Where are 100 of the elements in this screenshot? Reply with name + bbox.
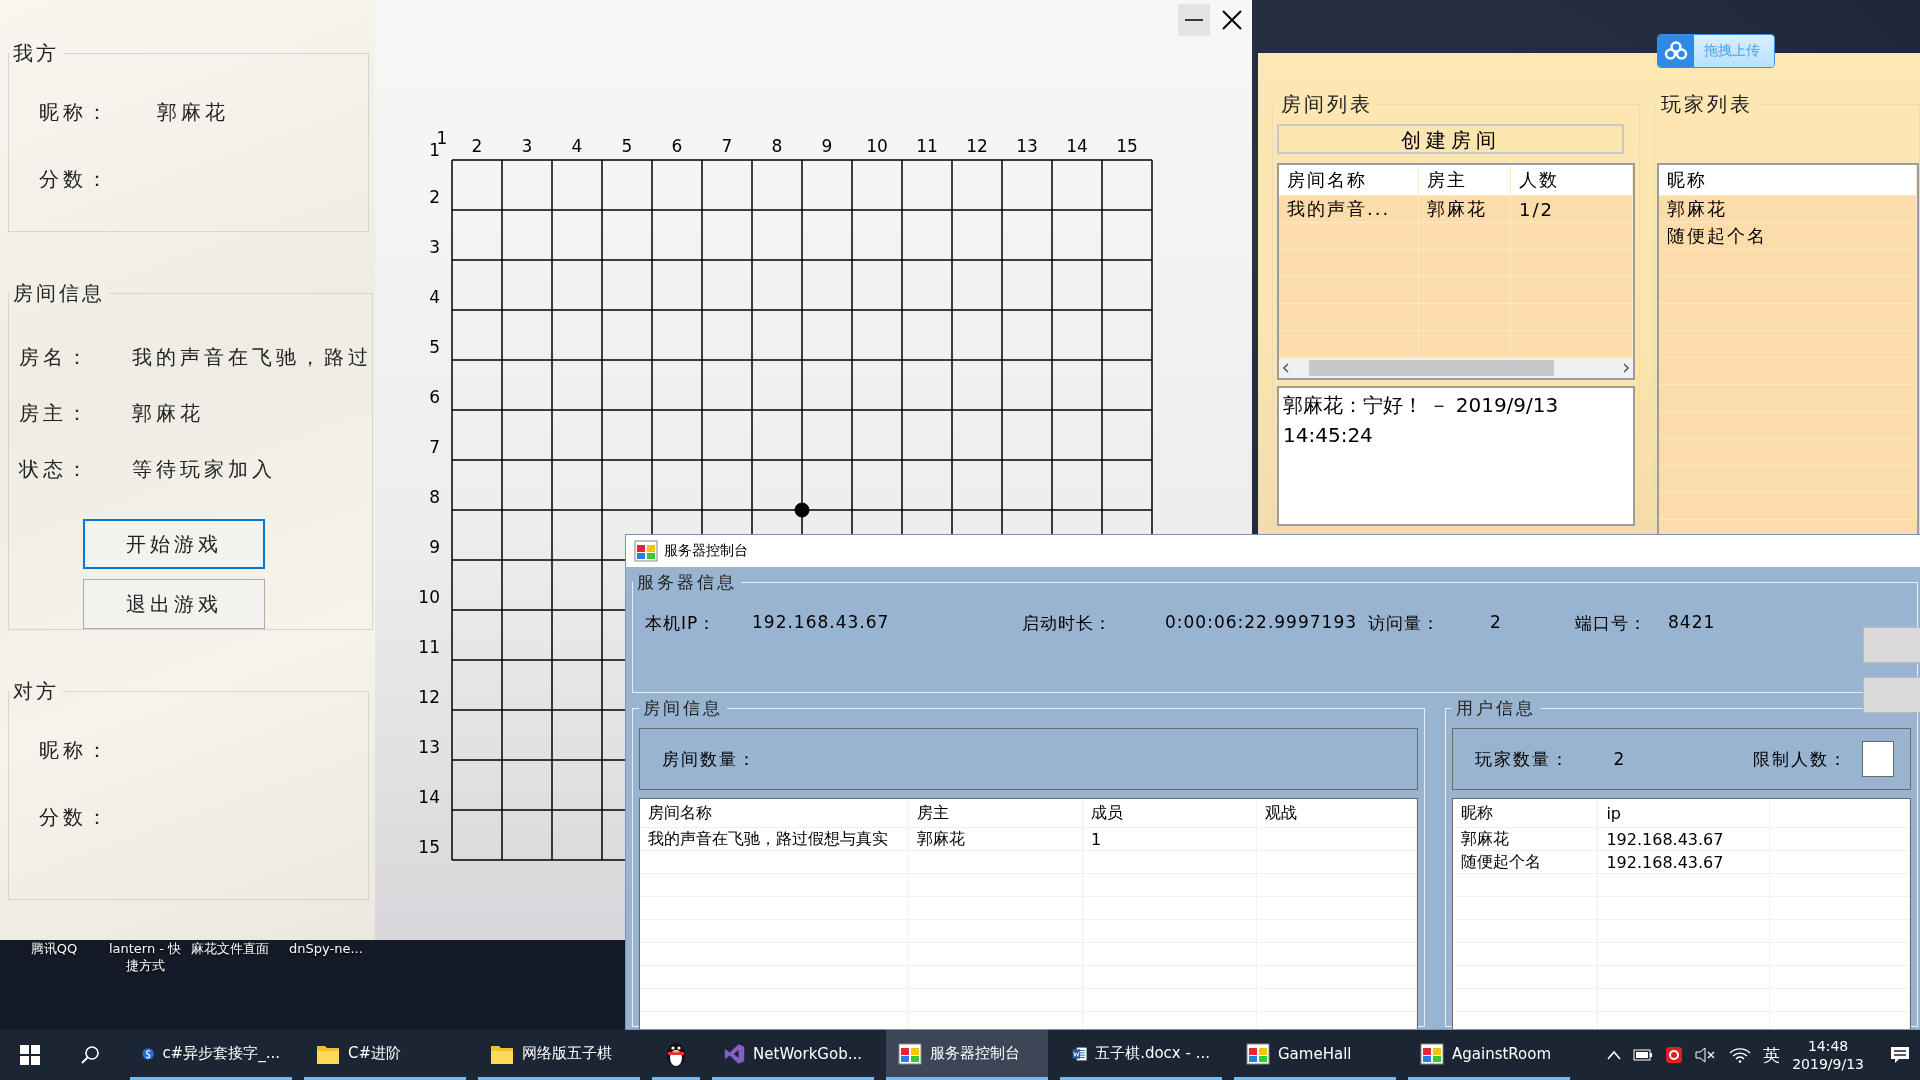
desktop-icon-label[interactable]: dnSpy-ne...: [276, 940, 376, 974]
window-app-icon: [898, 1042, 922, 1065]
game-stone[interactable]: [794, 502, 810, 518]
horizontal-scrollbar[interactable]: [1279, 358, 1633, 378]
column-label: 6: [671, 136, 683, 156]
row-label: 12: [418, 687, 440, 707]
column-header[interactable]: 房主: [1419, 165, 1511, 195]
group-title: 房间信息: [12, 280, 106, 307]
field-label: 房主：: [19, 399, 92, 427]
taskbar-item[interactable]: 五子棋.docx - ...: [1060, 1030, 1222, 1080]
taskbar-item[interactable]: AgainstRoom: [1408, 1030, 1570, 1080]
field-value: 郭麻花: [157, 99, 229, 126]
desktop-icon-label[interactable]: lantern - 快 捷方式: [100, 940, 190, 974]
column-header[interactable]: 房主: [909, 799, 1083, 827]
column-header[interactable]: 房间名称: [1279, 165, 1419, 195]
column-label: 12: [966, 136, 988, 156]
group-title: 我方: [12, 40, 60, 67]
limit-input-field[interactable]: [1862, 741, 1895, 777]
field-label: 房间数量：: [662, 747, 757, 771]
row-label: 6: [429, 387, 440, 407]
row-label: 7: [429, 437, 440, 457]
input-method-indicator[interactable]: 英: [1763, 1043, 1781, 1067]
group-title: 服务器信息: [636, 571, 738, 594]
table-cell: 1: [1083, 828, 1257, 850]
start-game-button[interactable]: 开始游戏: [83, 519, 265, 569]
column-header[interactable]: 人数: [1511, 165, 1633, 195]
row-label: 15: [418, 837, 440, 857]
field-label: 启动时长：: [1022, 612, 1113, 635]
notification-icon[interactable]: [1890, 1046, 1910, 1064]
row-label: 14: [418, 787, 440, 807]
window-app-icon: [1246, 1042, 1270, 1065]
column-label: 7: [721, 136, 733, 156]
window-app-icon: [634, 540, 658, 562]
column-header[interactable]: ip: [1598, 799, 1771, 827]
chat-message: 郭麻花：宁好！ － 2019/9/13 14:45:24: [1277, 386, 1635, 526]
table-cell: 192.168.43.67: [1598, 851, 1771, 873]
field-label: 状态：: [19, 455, 92, 483]
table-cell: 郭麻花: [1419, 196, 1511, 222]
group-title: 房间信息: [642, 697, 724, 720]
close-icon: [1222, 10, 1242, 30]
row-label: 9: [429, 537, 440, 557]
column-header[interactable]: 昵称: [1659, 165, 1917, 195]
group-title: 房间列表: [1280, 91, 1374, 118]
table-cell: 我的声音...: [1279, 196, 1419, 222]
field-label: 分数：: [39, 166, 112, 193]
column-label: 3: [521, 136, 533, 156]
minimize-icon: [1185, 19, 1203, 21]
row-label: 11: [418, 637, 440, 657]
field-label: 分数：: [39, 804, 112, 831]
app-tray-icon[interactable]: [1665, 1046, 1684, 1064]
group-title: 用户信息: [1455, 697, 1538, 720]
field-value: 0:00:06:22.9997193: [1165, 612, 1358, 634]
field-value: 我的声音在飞驰，路过: [132, 343, 372, 371]
column-header[interactable]: 观战: [1257, 799, 1418, 827]
column-header[interactable]: 昵称: [1453, 799, 1599, 827]
taskbar-item[interactable]: c#异步套接字_...: [130, 1030, 292, 1080]
desktop-icon-label[interactable]: 麻花文件直面: [190, 940, 270, 974]
desktop-icon-label[interactable]: 腾讯QQ: [14, 940, 94, 974]
table-cell: 随便起个名: [1453, 851, 1599, 873]
column-label: 9: [821, 136, 833, 156]
field-label: 端口号：: [1575, 612, 1648, 635]
column-header[interactable]: 成员: [1083, 799, 1257, 827]
table-cell: 192.168.43.67: [1598, 828, 1771, 850]
taskbar-item[interactable]: 服务器控制台: [886, 1030, 1048, 1080]
column-label: 4: [571, 136, 583, 156]
table-cell: 郭麻花: [1659, 196, 1917, 222]
taskbar-item[interactable]: C#进阶: [304, 1030, 466, 1080]
column-label: 2: [471, 136, 483, 156]
taskbar-item[interactable]: 网络版五子棋: [478, 1030, 640, 1080]
row-label: 5: [429, 337, 440, 357]
taskbar-item[interactable]: GameHall: [1234, 1030, 1396, 1080]
field-value: 2: [1613, 749, 1628, 769]
table-cell: 郭麻花: [909, 828, 1083, 850]
cloud-icon: [1664, 41, 1688, 61]
window-title: 服务器控制台: [664, 542, 748, 560]
field-label: 房名：: [19, 343, 92, 371]
field-value: 2: [1490, 612, 1503, 634]
exit-game-button[interactable]: 退出游戏: [83, 579, 265, 629]
minimize-button[interactable]: [1178, 4, 1210, 36]
table-cell: 我的声音在飞驰，路过假想与真实: [640, 828, 909, 850]
wifi-icon[interactable]: [1729, 1047, 1752, 1063]
field-label: 昵称：: [39, 737, 112, 764]
windows-logo-icon: [20, 1045, 40, 1065]
row-label: 10: [418, 587, 440, 607]
group-title: 玩家列表: [1660, 91, 1754, 118]
table-cell: 随便起个名: [1659, 223, 1917, 249]
field-label: 玩家数量：: [1475, 747, 1572, 771]
taskbar-item[interactable]: NetWorkGob...: [712, 1030, 874, 1080]
window-app-icon: [1420, 1042, 1444, 1065]
row-label: 3: [429, 237, 440, 257]
battery-icon[interactable]: [1633, 1049, 1654, 1061]
column-label: 14: [1066, 136, 1088, 156]
group-title: 对方: [12, 678, 60, 705]
caret-up-icon[interactable]: [1607, 1050, 1622, 1060]
create-room-button[interactable]: 创建房间: [1277, 124, 1624, 154]
clock[interactable]: 14:48 2019/9/13: [1792, 1037, 1864, 1073]
field-value: 等待玩家加入: [132, 455, 276, 483]
field-value: 8421: [1668, 612, 1717, 634]
table-cell: 郭麻花: [1453, 828, 1599, 850]
column-header[interactable]: 房间名称: [640, 799, 909, 827]
